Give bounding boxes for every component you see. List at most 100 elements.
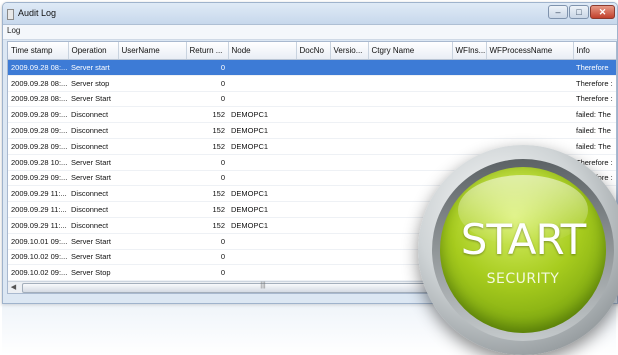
table-cell: 152 <box>186 107 228 123</box>
maximize-button[interactable]: □ <box>569 5 589 19</box>
table-cell: failed: The <box>573 107 617 123</box>
column-header[interactable]: WFProcessName <box>486 42 573 60</box>
table-cell <box>118 138 186 154</box>
table-cell: 2009.09.28 09:... <box>8 123 68 139</box>
table-cell: 2009.09.28 08:... <box>8 60 68 76</box>
column-header[interactable]: Versio... <box>330 42 368 60</box>
document-icon <box>7 9 14 20</box>
close-button[interactable]: ✕ <box>590 5 615 19</box>
table-cell <box>452 107 486 123</box>
table-cell: 2009.09.28 09:... <box>8 107 68 123</box>
table-cell <box>296 154 330 170</box>
column-header[interactable]: Info <box>573 42 617 60</box>
table-cell: Disconnect <box>68 202 118 218</box>
table-cell: Server start <box>68 60 118 76</box>
table-cell <box>330 249 368 265</box>
table-cell <box>330 233 368 249</box>
table-cell <box>296 75 330 91</box>
table-cell <box>228 91 296 107</box>
table-cell: Server Start <box>68 233 118 249</box>
table-cell <box>330 265 368 281</box>
table-cell: Disconnect <box>68 138 118 154</box>
table-row[interactable]: 2009.09.28 08:...Server start0Therefore <box>8 60 617 76</box>
table-row[interactable]: 2009.09.28 09:...Disconnect 152DEMOPC1 fai… <box>8 107 617 123</box>
column-header-row: Time stampOperationUserNameReturn ...Nod… <box>8 42 617 60</box>
table-cell: 152 <box>186 217 228 233</box>
table-cell <box>368 154 452 170</box>
table-cell <box>486 60 573 76</box>
table-cell: Disconnect <box>68 107 118 123</box>
column-header[interactable]: Node <box>228 42 296 60</box>
table-cell: 2009.09.29 09:... <box>8 170 68 186</box>
start-security-badge: START SECURITY <box>418 145 618 355</box>
column-header[interactable]: Operation <box>68 42 118 60</box>
table-cell <box>296 107 330 123</box>
scroll-left-arrow-icon[interactable]: ◀ <box>8 282 19 293</box>
table-cell <box>330 202 368 218</box>
column-header[interactable]: WFIns... <box>452 42 486 60</box>
title-bar[interactable]: Audit Log – □ ✕ <box>3 3 617 25</box>
table-cell <box>296 233 330 249</box>
table-cell <box>452 75 486 91</box>
table-cell <box>330 170 368 186</box>
start-button[interactable]: START SECURITY <box>440 167 606 333</box>
table-cell: failed: The <box>573 138 617 154</box>
table-cell: 0 <box>186 154 228 170</box>
table-cell: Disconnect <box>68 217 118 233</box>
menu-item-log[interactable]: Log <box>7 26 20 35</box>
minimize-button[interactable]: – <box>548 5 568 19</box>
column-header[interactable]: DocNo <box>296 42 330 60</box>
table-cell <box>296 265 330 281</box>
table-cell <box>118 233 186 249</box>
table-cell <box>486 91 573 107</box>
table-cell: DEMOPC1 <box>228 138 296 154</box>
table-cell <box>368 75 452 91</box>
table-cell <box>228 249 296 265</box>
table-cell: 2009.10.01 09:... <box>8 233 68 249</box>
table-row[interactable]: 2009.09.28 08:...Server stop0Therefore : <box>8 75 617 91</box>
table-cell <box>330 75 368 91</box>
table-cell <box>330 123 368 139</box>
table-cell <box>118 265 186 281</box>
table-cell: 2009.09.29 11:... <box>8 202 68 218</box>
table-cell: DEMOPC1 <box>228 123 296 139</box>
table-cell: 2009.09.28 09:... <box>8 138 68 154</box>
table-cell <box>118 217 186 233</box>
table-cell <box>452 91 486 107</box>
table-cell: 2009.09.28 10:... <box>8 154 68 170</box>
table-row[interactable]: 2009.09.28 09:...Disconnect152DEMOPC1fai… <box>8 123 617 139</box>
table-cell: 2009.10.02 09:... <box>8 265 68 281</box>
table-cell <box>452 123 486 139</box>
table-cell: DEMOPC1 <box>228 107 296 123</box>
column-header[interactable]: Return ... <box>186 42 228 60</box>
column-header[interactable]: UserName <box>118 42 186 60</box>
table-cell: 152 <box>186 123 228 139</box>
table-cell <box>296 202 330 218</box>
table-cell <box>296 91 330 107</box>
table-cell <box>330 138 368 154</box>
table-cell <box>228 265 296 281</box>
table-cell <box>118 91 186 107</box>
table-cell: failed: The <box>573 123 617 139</box>
table-cell <box>118 154 186 170</box>
column-header[interactable]: Ctgry Name <box>368 42 452 60</box>
table-cell <box>368 107 452 123</box>
table-cell <box>296 170 330 186</box>
table-cell <box>296 217 330 233</box>
table-cell: 2009.09.28 08:... <box>8 75 68 91</box>
table-cell: 152 <box>186 202 228 218</box>
table-cell: 2009.09.28 08:... <box>8 91 68 107</box>
table-cell: Therefore : <box>573 91 617 107</box>
column-header[interactable]: Time stamp <box>8 42 68 60</box>
table-cell <box>330 91 368 107</box>
table-cell: Server Stop <box>68 265 118 281</box>
table-cell <box>330 154 368 170</box>
menu-bar: Log <box>3 25 617 40</box>
table-row[interactable]: 2009.09.28 08:...Server Start0Therefore … <box>8 91 617 107</box>
table-cell: 0 <box>186 91 228 107</box>
table-cell <box>330 60 368 76</box>
table-cell <box>296 60 330 76</box>
table-cell: 152 <box>186 138 228 154</box>
table-cell: DEMOPC1 <box>228 217 296 233</box>
table-cell: 0 <box>186 265 228 281</box>
